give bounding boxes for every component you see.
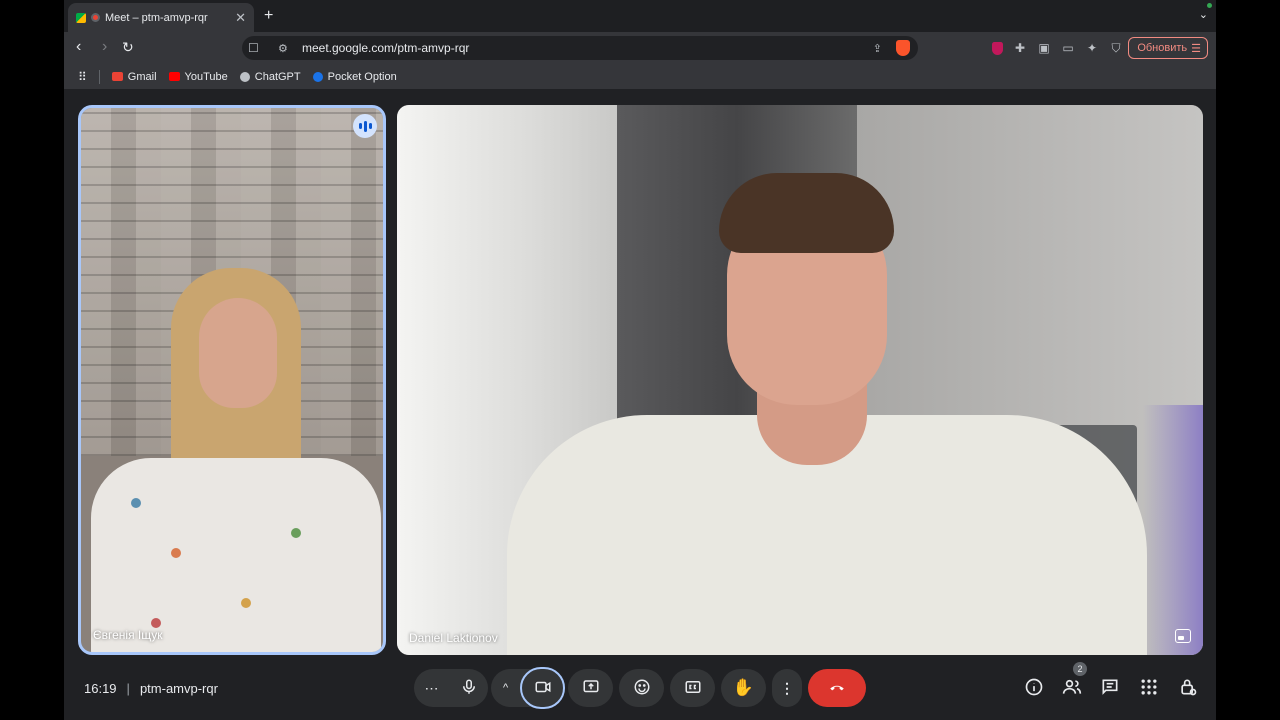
browser-window: Meet – ptm-amvp-rqr ✕ + ⌄ ‹ › ↻ ☐ ⚙ meet… — [64, 0, 1216, 720]
leo-ai-icon[interactable]: ✦ — [1085, 41, 1099, 55]
participant-count-badge: 2 — [1073, 662, 1087, 676]
bookmark-gmail[interactable]: Gmail — [111, 70, 157, 83]
bookmark-label: YouTube — [184, 70, 228, 83]
gmail-icon — [111, 72, 123, 81]
activities-grid-icon[interactable] — [1139, 677, 1159, 697]
chat-icon[interactable] — [1100, 677, 1120, 697]
present-screen-button[interactable] — [568, 669, 613, 707]
tab-strip: Meet – ptm-amvp-rqr ✕ + ⌄ — [64, 0, 1216, 32]
tab-title: Meet – ptm-amvp-rqr — [105, 11, 208, 24]
bookmark-youtube[interactable]: YouTube — [168, 70, 228, 83]
participant-video-daniel — [507, 165, 1147, 655]
site-settings-icon[interactable]: ⚙ — [278, 42, 288, 55]
reactions-button[interactable] — [619, 669, 664, 707]
meeting-time: 16:19 — [84, 681, 117, 696]
bookmark-label: ChatGPT — [254, 70, 301, 83]
update-label: Обновить — [1137, 42, 1188, 54]
extensions-puzzle-icon[interactable]: ✚ — [1013, 41, 1027, 55]
bookmarks-divider — [98, 69, 100, 84]
update-button[interactable]: Обновить ☰ — [1128, 37, 1208, 59]
microphone-icon[interactable] — [460, 678, 478, 699]
brave-shields-icon[interactable] — [896, 40, 910, 56]
chatgpt-icon — [239, 71, 250, 82]
audio-settings-more-icon[interactable]: ⋯ — [425, 680, 439, 697]
present-screen-icon — [582, 678, 600, 699]
tab-search-chevron-icon[interactable]: ⌄ — [1199, 8, 1208, 21]
ublock-extension-icon[interactable] — [992, 42, 1003, 55]
raise-hand-button[interactable]: ✋ — [721, 669, 766, 707]
meeting-code: ptm-amvp-rqr — [139, 681, 218, 696]
host-controls-lock-icon[interactable] — [1178, 677, 1198, 697]
camera-icon — [534, 678, 552, 699]
more-options-button[interactable]: ⋮ — [772, 669, 802, 707]
bookmark-pocket-option[interactable]: Pocket Option — [312, 70, 397, 83]
status-dot-icon — [1207, 3, 1212, 8]
captions-icon — [684, 678, 702, 699]
browser-toolbar: ‹ › ↻ ☐ ⚙ meet.google.com/ptm-amvp-rqr ⇪… — [64, 32, 1216, 64]
bookmark-icon[interactable]: ☐ — [248, 41, 259, 55]
forward-icon[interactable]: › — [102, 39, 107, 55]
bookmark-chatgpt[interactable]: ChatGPT — [239, 70, 301, 83]
purple-light — [1143, 405, 1203, 655]
bookmarks-bar: ⠿ Gmail YouTube ChatGPT Pocket Option — [64, 64, 1216, 90]
sidebar-icon[interactable]: ▣ — [1037, 41, 1051, 55]
pocket-option-icon — [312, 71, 323, 82]
meeting-details-info-icon[interactable] — [1024, 677, 1044, 697]
new-tab-icon[interactable]: + — [264, 7, 273, 25]
url-text[interactable]: meet.google.com/ptm-amvp-rqr — [302, 41, 469, 55]
bookmark-label: Gmail — [127, 70, 157, 83]
tab-close-icon[interactable]: ✕ — [235, 10, 246, 26]
people-icon[interactable] — [1062, 677, 1082, 697]
divider: | — [126, 681, 130, 696]
bookmark-label: Pocket Option — [327, 70, 397, 83]
picture-in-picture-icon[interactable] — [1175, 629, 1191, 643]
tab-meet[interactable]: Meet – ptm-amvp-rqr ✕ — [68, 3, 254, 32]
reload-icon[interactable]: ↻ — [122, 39, 134, 55]
youtube-icon — [168, 72, 180, 81]
wallet-icon[interactable]: ▭ — [1061, 41, 1075, 55]
participant-name: Євгенія Іщук — [93, 628, 163, 642]
camera-button[interactable] — [520, 667, 565, 709]
apps-grid-icon[interactable]: ⠿ — [78, 70, 87, 84]
end-call-button[interactable] — [808, 669, 866, 707]
more-vertical-icon: ⋮ — [780, 679, 794, 696]
captions-button[interactable] — [670, 669, 715, 707]
meeting-info: 16:19 | ptm-amvp-rqr — [84, 681, 218, 696]
share-icon[interactable]: ⇪ — [873, 42, 882, 55]
participant-name: Daniel Laktionov — [409, 631, 498, 645]
back-icon[interactable]: ‹ — [76, 39, 81, 55]
participant-video-evgeniia — [91, 268, 381, 652]
vpn-shield-icon[interactable]: ⛉ — [1109, 41, 1123, 55]
emoji-icon — [633, 678, 651, 699]
hand-icon: ✋ — [732, 678, 755, 697]
participant-tile-evgeniia[interactable]: Євгенія Іщук — [78, 105, 386, 655]
address-bar[interactable]: ☐ ⚙ meet.google.com/ptm-amvp-rqr ⇪ — [242, 36, 918, 60]
speaking-indicator-icon — [353, 114, 377, 138]
menu-icon: ☰ — [1191, 42, 1201, 55]
meet-favicon-icon — [76, 12, 86, 23]
participant-tile-daniel[interactable]: Daniel Laktionov — [397, 105, 1203, 655]
video-settings-chevron-icon[interactable]: ^ — [503, 682, 508, 694]
mic-group: ⋯ — [414, 669, 488, 707]
phone-hangup-icon — [828, 678, 846, 699]
recording-indicator-icon — [91, 13, 100, 22]
